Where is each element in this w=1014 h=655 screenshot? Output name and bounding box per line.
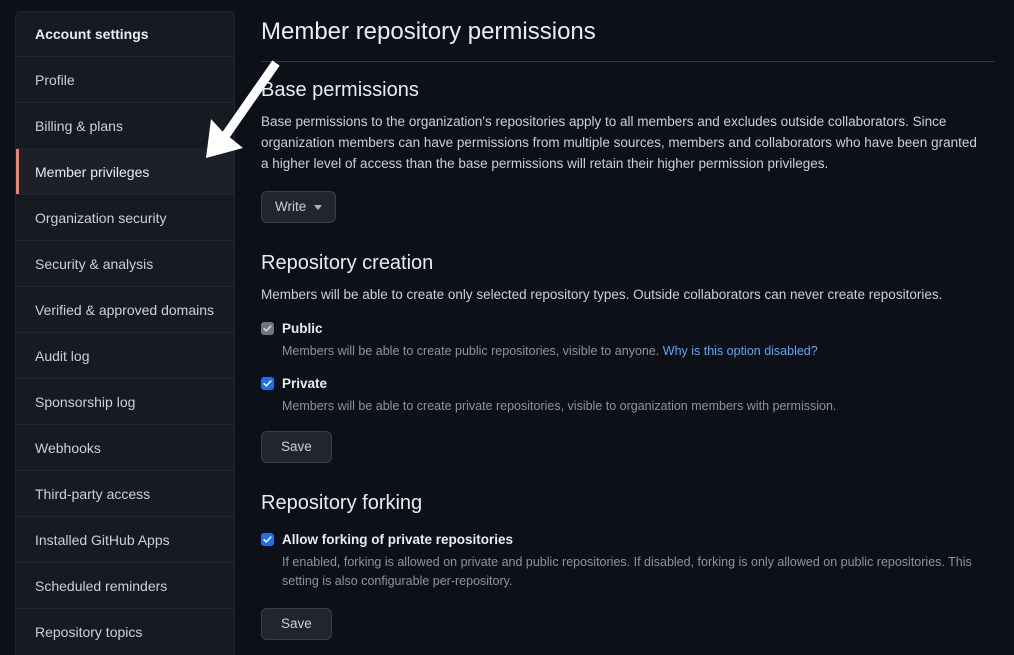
sidebar-item-member-privileges[interactable]: Member privileges (16, 149, 234, 195)
base-permissions-dropdown-value: Write (275, 198, 307, 214)
sidebar-item-label: Member privileges (35, 163, 150, 180)
repository-creation-title: Repository creation (261, 252, 434, 275)
sidebar-item-label: Repository topics (35, 624, 143, 640)
repo-forking-option[interactable]: Allow forking of private repositories If… (261, 531, 1006, 592)
sidebar-item-label: Security & analysis (35, 255, 154, 272)
sidebar-item-label: Verified & approved domains (35, 301, 214, 318)
sidebar-item-security-analysis[interactable]: Security & analysis (16, 241, 234, 287)
base-permissions-title: Base permissions (261, 79, 419, 102)
repo-creation-option-public[interactable]: Public Members will be able to create pu… (261, 320, 1006, 361)
sidebar-item-audit-log[interactable]: Audit log (16, 333, 234, 379)
sidebar-item-label: Scheduled reminders (35, 577, 168, 594)
sidebar-item-sponsorship-log[interactable]: Sponsorship log (16, 379, 234, 425)
private-option-body: Private Members will be able to create p… (282, 375, 836, 416)
section-repository-forking: Repository forking Allow forking of priv… (261, 489, 1006, 640)
sidebar-item-label: Billing & plans (35, 117, 123, 134)
sidebar-item-label: Installed GitHub Apps (35, 531, 170, 548)
sidebar-item-repository-topics[interactable]: Repository topics (16, 609, 234, 655)
private-option-label: Private (282, 376, 328, 392)
sidebar-item-webhooks[interactable]: Webhooks (16, 425, 234, 471)
sidebar-item-label: Organization security (35, 209, 167, 226)
title-divider (261, 61, 995, 63)
sidebar-item-profile[interactable]: Profile (16, 57, 234, 103)
sidebar-heading: Account settings (16, 12, 234, 57)
sidebar-item-installed-github-apps[interactable]: Installed GitHub Apps (16, 517, 234, 563)
sidebar-item-label: Sponsorship log (35, 393, 136, 410)
repository-creation-description: Members will be able to create only sele… (261, 287, 943, 303)
sidebar-item-third-party-access[interactable]: Third-party access (16, 471, 234, 517)
base-permissions-control-row: Write (261, 190, 1006, 224)
section-repository-creation: Repository creation Members will be able… (261, 249, 1006, 463)
sidebar-item-label: Webhooks (35, 439, 101, 456)
account-settings-sidebar: Account settings Profile Billing & plans M… (15, 11, 235, 655)
sidebar-item-organization-security[interactable]: Organization security (16, 195, 234, 241)
sidebar-item-verified-approved-domains[interactable]: Verified & approved domains (16, 287, 234, 333)
repository-forking-save-button[interactable]: Save (261, 607, 332, 640)
public-option-note: Members will be able to create public re… (282, 342, 818, 361)
private-checkbox[interactable] (261, 377, 274, 391)
repository-creation-save-row: Save (261, 430, 1006, 463)
public-checkbox (261, 322, 274, 336)
repository-forking-save-row: Save (261, 607, 1006, 640)
repo-creation-option-private[interactable]: Private Members will be able to create p… (261, 375, 1006, 416)
sidebar-item-label: Third-party access (35, 485, 151, 502)
section-base-permissions: Base permissions Base permissions to the… (261, 76, 1006, 224)
allow-forking-body: Allow forking of private repositories If… (282, 531, 1006, 592)
settings-page: Account settings Profile Billing & plans M… (0, 0, 1014, 655)
sidebar-item-billing-plans[interactable]: Billing & plans (16, 103, 234, 149)
repository-creation-save-button[interactable]: Save (261, 430, 332, 463)
main-content: Member repository permissions Base permi… (261, 0, 1006, 640)
page-title: Member repository permissions (261, 18, 596, 45)
base-permissions-description: Base permissions to the organization's r… (261, 114, 977, 172)
repository-forking-title: Repository forking (261, 492, 423, 514)
sidebar-item-label: Profile (35, 71, 75, 88)
allow-forking-note: If enabled, forking is allowed on privat… (282, 555, 972, 589)
chevron-down-icon (314, 204, 323, 210)
base-permissions-dropdown[interactable]: Write (261, 190, 337, 224)
sidebar-item-scheduled-reminders[interactable]: Scheduled reminders (16, 563, 234, 609)
public-option-label: Public (282, 321, 323, 337)
public-option-body: Public Members will be able to create pu… (282, 320, 818, 361)
allow-forking-label: Allow forking of private repositories (282, 532, 514, 547)
sidebar-item-label: Audit log (35, 347, 90, 364)
allow-forking-checkbox[interactable] (261, 533, 274, 546)
public-option-note-text: Members will be able to create public re… (282, 344, 660, 359)
private-option-note: Members will be able to create private r… (282, 399, 837, 414)
why-is-this-option-disabled-link[interactable]: Why is this option disabled? (663, 344, 818, 358)
